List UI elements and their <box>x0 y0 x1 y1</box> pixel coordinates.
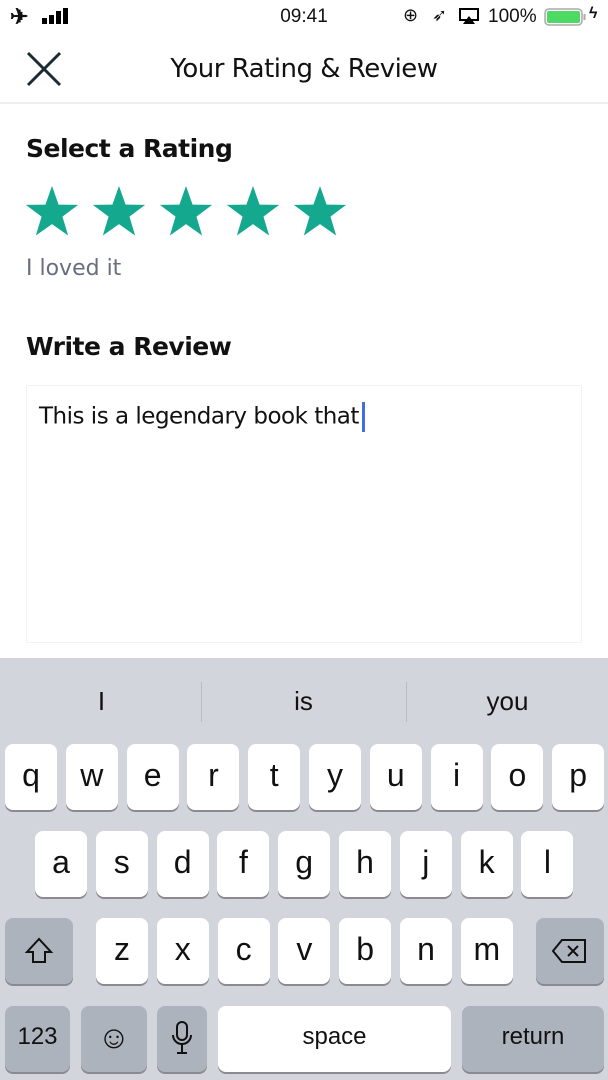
airplay-icon <box>459 8 479 24</box>
key-j[interactable]: j <box>399 831 452 897</box>
star-icon[interactable] <box>158 186 214 236</box>
key-i[interactable]: i <box>430 744 483 810</box>
key-s[interactable]: s <box>95 831 148 897</box>
suggestion-1[interactable]: I <box>0 658 203 744</box>
key-b[interactable]: b <box>339 918 392 984</box>
key-u[interactable]: u <box>369 744 422 810</box>
key-l[interactable]: l <box>521 831 574 897</box>
backspace-key[interactable] <box>536 918 604 984</box>
charging-icon: ϟ <box>589 5 598 22</box>
key-v[interactable]: v <box>278 918 331 984</box>
star-icon[interactable] <box>91 186 147 236</box>
rotation-lock-icon: ⊕ <box>403 5 419 25</box>
space-key[interactable]: space <box>218 1006 451 1072</box>
battery-icon <box>544 8 586 26</box>
numbers-key[interactable]: 123 <box>5 1006 70 1072</box>
key-n[interactable]: n <box>400 918 452 984</box>
rating-heading: Select a Rating <box>26 134 233 163</box>
dictation-key[interactable] <box>157 1006 207 1072</box>
shift-icon <box>24 937 54 963</box>
key-o[interactable]: o <box>491 744 544 810</box>
review-textarea[interactable]: This is a legendary book that <box>26 385 582 643</box>
suggestion-2[interactable]: is <box>202 658 405 744</box>
page-title: Your Rating & Review <box>170 54 438 84</box>
suggestion-3[interactable]: you <box>406 658 608 744</box>
key-g[interactable]: g <box>278 831 331 897</box>
key-p[interactable]: p <box>552 744 605 810</box>
star-icon[interactable] <box>225 186 281 236</box>
shift-key[interactable] <box>5 918 73 984</box>
key-r[interactable]: r <box>187 744 240 810</box>
key-a[interactable]: a <box>35 831 87 897</box>
emoji-key[interactable]: ☺ <box>81 1006 147 1072</box>
status-bar: ✈ 09:41 ⊕ ➶ 100% ϟ <box>0 0 608 34</box>
key-t[interactable]: t <box>248 744 301 810</box>
key-d[interactable]: d <box>156 831 209 897</box>
key-c[interactable]: c <box>217 918 270 984</box>
key-m[interactable]: m <box>460 918 513 984</box>
key-q[interactable]: q <box>5 744 57 810</box>
text-caret <box>361 402 365 432</box>
rating-label: I loved it <box>26 256 122 281</box>
key-x[interactable]: x <box>156 918 209 984</box>
location-icon: ➶ <box>432 5 448 25</box>
header: Your Rating & Review <box>0 34 608 104</box>
key-w[interactable]: w <box>65 744 118 810</box>
key-e[interactable]: e <box>126 744 179 810</box>
key-k[interactable]: k <box>460 831 513 897</box>
return-key[interactable]: return <box>462 1006 604 1072</box>
emoji-icon: ☺ <box>97 1019 131 1055</box>
microphone-icon <box>172 1021 192 1054</box>
review-text: This is a legendary book that <box>39 403 359 430</box>
battery-percent: 100% <box>488 6 537 27</box>
key-z[interactable]: z <box>96 918 148 984</box>
keyboard: I is you 123 ☺ space return qwertyuiop as… <box>0 658 608 1080</box>
backspace-icon <box>551 939 586 963</box>
star-icon[interactable] <box>24 186 80 236</box>
star-icon[interactable] <box>292 186 348 236</box>
star-rating[interactable] <box>24 186 348 236</box>
key-y[interactable]: y <box>309 744 361 810</box>
key-f[interactable]: f <box>217 831 270 897</box>
review-heading: Write a Review <box>26 332 232 361</box>
key-h[interactable]: h <box>339 831 391 897</box>
